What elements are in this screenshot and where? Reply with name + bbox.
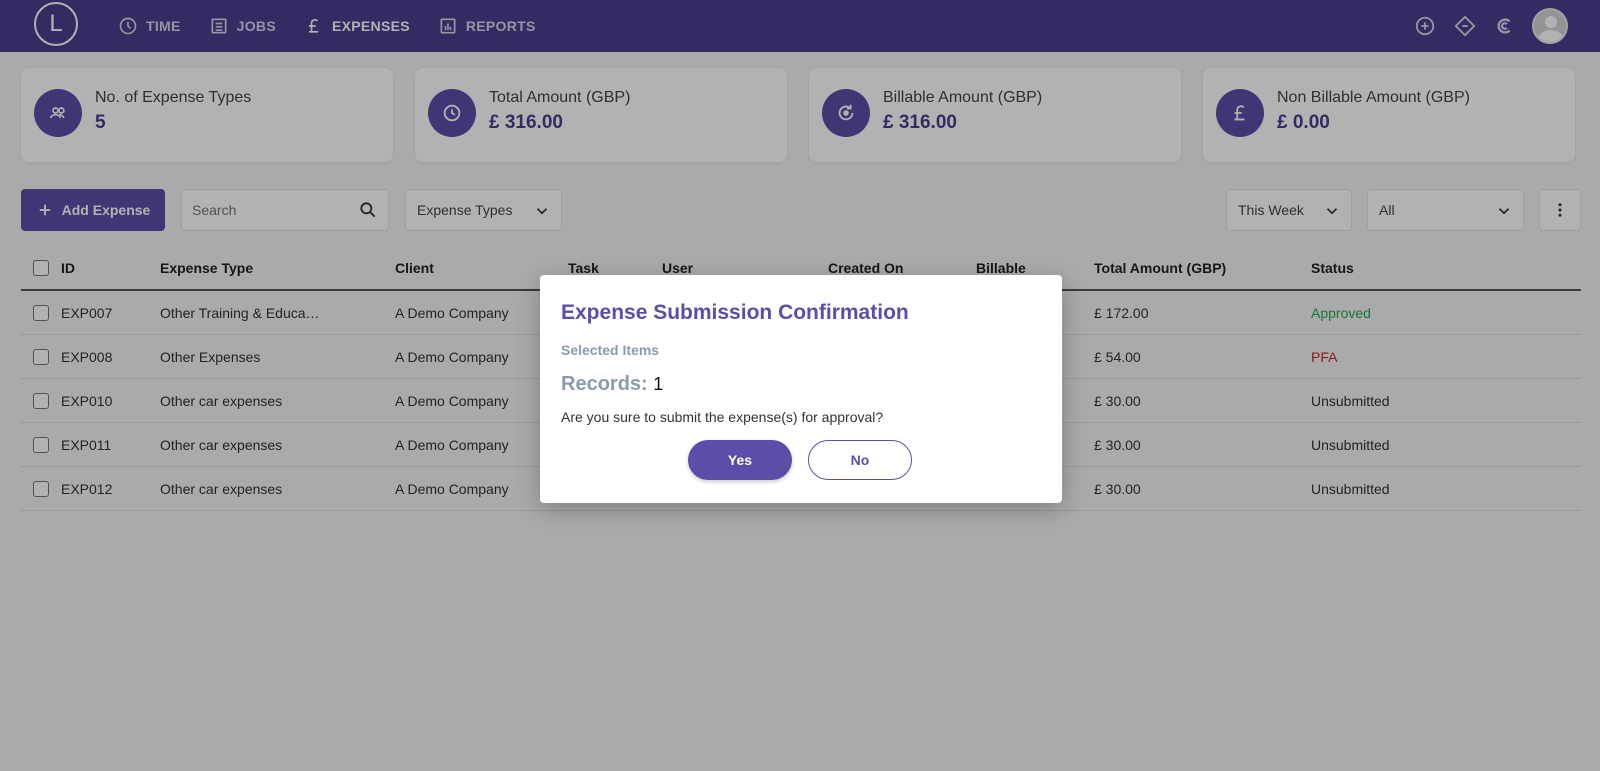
confirmation-question: Are you sure to submit the expense(s) fo… [561, 409, 884, 425]
dialog-title: Expense Submission Confirmation [561, 301, 909, 324]
yes-button[interactable]: Yes [688, 440, 792, 480]
records-label: Records: [561, 373, 648, 395]
records-value: 1 [653, 374, 664, 394]
no-button[interactable]: No [808, 440, 912, 480]
selected-items-label: Selected Items [561, 342, 660, 358]
confirmation-dialog: Expense Submission Confirmation Selected… [540, 275, 1062, 503]
records-line: Records: 1 [561, 373, 663, 396]
